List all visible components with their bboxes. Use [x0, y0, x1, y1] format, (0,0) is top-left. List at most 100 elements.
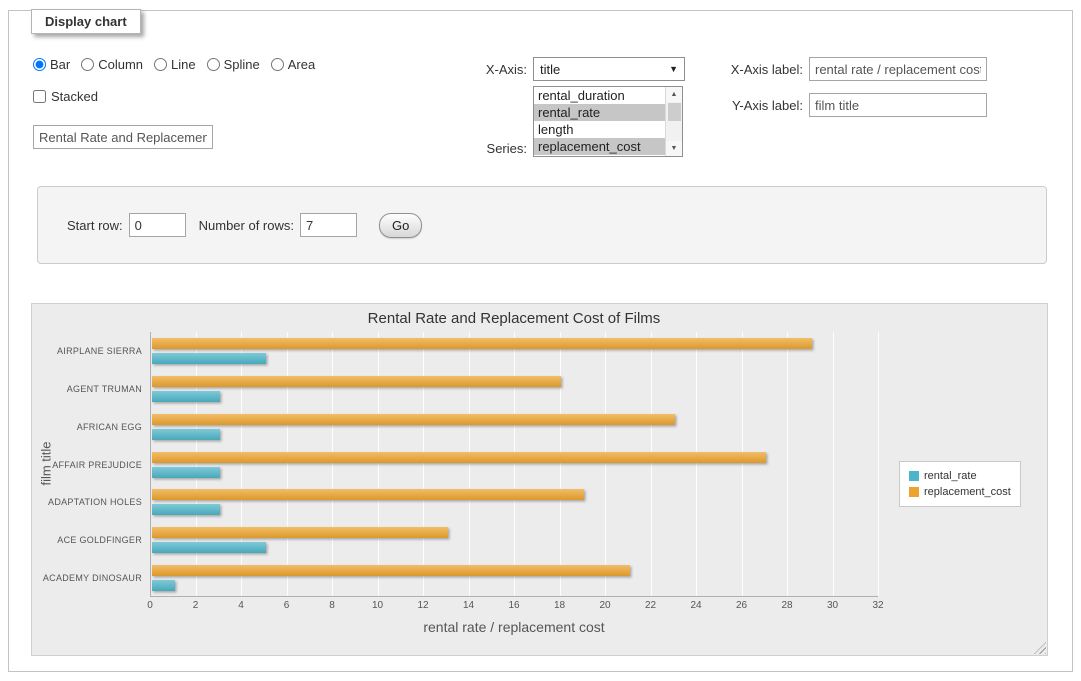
bar-rental_rate[interactable] — [152, 429, 220, 440]
bar-replacement_cost[interactable] — [152, 489, 584, 500]
x-tick-label: 14 — [463, 600, 474, 611]
chart-type-label: Spline — [224, 57, 260, 72]
chart-type-option-area[interactable]: Area — [271, 57, 315, 72]
category-label: AIRPLANE SIERRA — [32, 346, 142, 356]
x-tick-label: 2 — [193, 600, 199, 611]
chart-type-label: Bar — [50, 57, 70, 72]
series-option-replacement_cost[interactable]: replacement_cost — [534, 138, 665, 155]
x-tick-label: 26 — [736, 600, 747, 611]
gridline — [878, 332, 879, 596]
chart-title: Rental Rate and Replacement Cost of Film… — [150, 310, 878, 327]
bar-rental_rate[interactable] — [152, 391, 220, 402]
x-tick-label: 30 — [827, 600, 838, 611]
series-options: rental_durationrental_ratelengthreplacem… — [534, 87, 665, 156]
resize-handle[interactable] — [1034, 642, 1046, 654]
x-tick-label: 0 — [147, 600, 153, 611]
bar-replacement_cost[interactable] — [152, 414, 675, 425]
legend-label: rental_rate — [924, 470, 977, 482]
fieldset-legend: Display chart — [31, 9, 141, 34]
x-tick-label: 4 — [238, 600, 244, 611]
display-chart-fieldset: Display chart Bar Column Line Spline Area St… — [8, 10, 1073, 672]
category-label: ACE GOLDFINGER — [32, 535, 142, 545]
series-listbox-label: Series: — [439, 141, 527, 156]
chart-type-option-bar[interactable]: Bar — [33, 57, 70, 72]
chart-type-radio-bar[interactable] — [33, 58, 46, 71]
gridline — [742, 332, 743, 596]
bar-replacement_cost[interactable] — [152, 376, 561, 387]
category-label: ACADEMY DINOSAUR — [32, 573, 142, 583]
category-label: AFRICAN EGG — [32, 422, 142, 432]
legend-swatch — [909, 471, 919, 481]
legend-item-rental_rate[interactable]: rental_rate — [909, 470, 1011, 482]
x-axis-ticks: 02468101214161820222426283032 — [32, 600, 1047, 614]
x-tick-label: 10 — [372, 600, 383, 611]
chart-type-label: Area — [288, 57, 315, 72]
gridline — [514, 332, 515, 596]
stacked-option[interactable]: Stacked — [33, 89, 98, 104]
series-listbox[interactable]: rental_durationrental_ratelengthreplacem… — [533, 86, 683, 157]
series-option-rental_duration[interactable]: rental_duration — [534, 87, 665, 104]
chart-title-input[interactable] — [33, 125, 213, 149]
legend-item-replacement_cost[interactable]: replacement_cost — [909, 486, 1011, 498]
num-rows-label: Number of rows: — [199, 218, 294, 233]
stacked-checkbox[interactable] — [33, 90, 46, 103]
start-row-label: Start row: — [67, 218, 123, 233]
gridline — [696, 332, 697, 596]
x-tick-label: 22 — [645, 600, 656, 611]
x-axis-select-value: title — [540, 62, 560, 77]
chart-type-radios: Bar Column Line Spline Area — [33, 57, 326, 72]
bar-replacement_cost[interactable] — [152, 338, 812, 349]
chart-type-option-line[interactable]: Line — [154, 57, 196, 72]
bar-replacement_cost[interactable] — [152, 452, 766, 463]
y-axis-label-input[interactable] — [809, 93, 987, 117]
chart-type-label: Line — [171, 57, 196, 72]
x-tick-label: 24 — [690, 600, 701, 611]
x-axis-label-label: X-Axis label: — [657, 62, 803, 77]
bar-replacement_cost[interactable] — [152, 565, 630, 576]
gridline — [605, 332, 606, 596]
series-option-length[interactable]: length — [534, 121, 665, 138]
gridline — [469, 332, 470, 596]
bar-rental_rate[interactable] — [152, 542, 266, 553]
x-tick-label: 20 — [599, 600, 610, 611]
chart-type-radio-column[interactable] — [81, 58, 94, 71]
category-label: ADAPTATION HOLES — [32, 497, 142, 507]
x-axis-select-label: X-Axis: — [439, 62, 527, 77]
chart-type-option-spline[interactable]: Spline — [207, 57, 260, 72]
scroll-down-icon[interactable]: ▼ — [666, 141, 682, 156]
x-tick-label: 28 — [781, 600, 792, 611]
gridline — [241, 332, 242, 596]
legend-swatch — [909, 487, 919, 497]
category-label: AGENT TRUMAN — [32, 384, 142, 394]
gridline — [833, 332, 834, 596]
start-row-input[interactable] — [129, 213, 186, 237]
bar-rental_rate[interactable] — [152, 353, 266, 364]
chart-type-radio-line[interactable] — [154, 58, 167, 71]
stacked-label: Stacked — [51, 89, 98, 104]
gridline — [332, 332, 333, 596]
chart-type-label: Column — [98, 57, 143, 72]
gridline — [423, 332, 424, 596]
chart-type-radio-spline[interactable] — [207, 58, 220, 71]
gridline — [196, 332, 197, 596]
chart-type-option-column[interactable]: Column — [81, 57, 143, 72]
gridline — [651, 332, 652, 596]
x-tick-label: 16 — [508, 600, 519, 611]
num-rows-input[interactable] — [300, 213, 357, 237]
x-tick-label: 12 — [417, 600, 428, 611]
series-option-rental_rate[interactable]: rental_rate — [534, 104, 665, 121]
y-axis-label-label: Y-Axis label: — [657, 98, 803, 113]
bar-rental_rate[interactable] — [152, 467, 220, 478]
bar-rental_rate[interactable] — [152, 504, 220, 515]
gridline — [378, 332, 379, 596]
x-axis-title: rental rate / replacement cost — [150, 619, 878, 635]
gridline — [560, 332, 561, 596]
chart-type-radio-area[interactable] — [271, 58, 284, 71]
bar-rental_rate[interactable] — [152, 580, 175, 591]
bar-replacement_cost[interactable] — [152, 527, 448, 538]
gridline — [787, 332, 788, 596]
x-tick-label: 8 — [329, 600, 335, 611]
x-tick-label: 18 — [554, 600, 565, 611]
go-button[interactable]: Go — [379, 213, 422, 238]
x-axis-label-input[interactable] — [809, 57, 987, 81]
